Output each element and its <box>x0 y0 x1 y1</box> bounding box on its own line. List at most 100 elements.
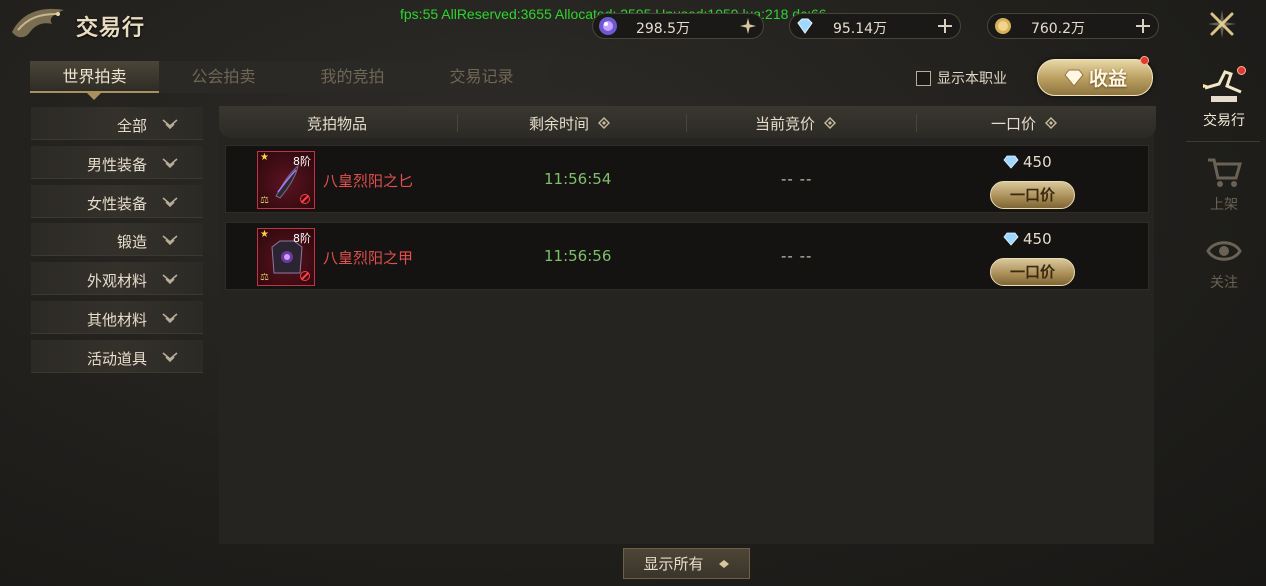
nav-list-item-label: 上架 <box>1210 197 1238 213</box>
tab-world-auction[interactable]: 世界拍卖 <box>30 61 159 100</box>
currency-diamond: 95.14万 <box>789 13 961 39</box>
chevron-down-icon <box>162 313 178 324</box>
header-current-bid-label: 当前竞价 <box>755 115 816 133</box>
category-female-equipment[interactable]: 女性装备 <box>31 184 203 218</box>
category-label: 活动道具 <box>86 349 147 368</box>
auction-tabs: 世界拍卖 公会拍卖 我的竞拍 交易记录 <box>30 61 546 100</box>
current-bid: -- -- <box>781 247 813 265</box>
sort-icon <box>598 116 611 129</box>
time-left: 11:56:56 <box>544 247 612 265</box>
category-label: 男性装备 <box>86 155 147 174</box>
item-name: 八皇烈阳之匕 <box>323 172 414 190</box>
buyout-button[interactable]: 一口价 <box>990 181 1075 209</box>
sort-icon <box>1045 116 1058 129</box>
buyout-price-value: 450 <box>1023 153 1052 171</box>
category-label: 女性装备 <box>86 194 147 213</box>
show-all-button[interactable]: 显示所有 <box>623 548 750 579</box>
notification-dot <box>1140 56 1149 65</box>
time-left: 11:56:54 <box>544 170 612 188</box>
income-button[interactable]: 收益 <box>1037 59 1153 96</box>
category-list: 全部 男性装备 女性装备 锻造 外观材料 其他材料 活动道具 <box>31 107 203 379</box>
untradeable-icon <box>300 194 310 204</box>
chevron-up-icon <box>718 559 729 568</box>
category-event-items[interactable]: 活动道具 <box>31 339 203 373</box>
item-level: 8阶 <box>293 155 311 168</box>
sort-icon <box>824 116 837 129</box>
nav-list-item[interactable]: 上架 <box>1186 156 1262 214</box>
header-divider <box>457 114 458 132</box>
category-label: 其他材料 <box>86 310 147 329</box>
buyout-button[interactable]: 一口价 <box>990 258 1075 286</box>
buyout-price: 450 <box>1002 153 1052 171</box>
header-item: 竞拍物品 <box>307 113 367 134</box>
item-level: 8阶 <box>293 232 311 245</box>
plus-icon[interactable] <box>1134 17 1152 35</box>
chevron-down-icon <box>162 235 178 246</box>
category-all[interactable]: 全部 <box>31 107 203 140</box>
category-other-materials[interactable]: 其他材料 <box>31 300 203 334</box>
header-divider <box>916 114 917 132</box>
chevron-down-icon <box>162 352 178 362</box>
notification-dot <box>1237 66 1246 75</box>
diamond-icon <box>1064 69 1084 87</box>
tab-guild-auction[interactable]: 公会拍卖 <box>159 61 288 93</box>
table-row[interactable]: ★ 8阶 ⚖ 八皇烈阳之匕 11:56:54 -- -- 450 一口价 <box>225 145 1149 213</box>
item-icon[interactable]: ★ 8阶 ⚖ <box>257 151 315 209</box>
scale-icon: ⚖ <box>260 195 269 206</box>
currency-gold: 760.2万 <box>987 13 1159 39</box>
income-button-label: 收益 <box>1088 68 1127 90</box>
plus-icon[interactable] <box>739 17 757 35</box>
show-my-class-checkbox[interactable] <box>916 70 931 86</box>
table-row[interactable]: ★ 8阶 ⚖ 八皇烈阳之甲 11:56:56 -- -- 450 一口价 <box>225 222 1149 290</box>
currency-diamond-value: 95.14万 <box>832 21 888 37</box>
chevron-down-icon <box>162 119 178 130</box>
header-current-bid[interactable]: 当前竞价 <box>755 113 837 134</box>
category-appearance-materials[interactable]: 外观材料 <box>31 262 203 296</box>
show-all-label: 显示所有 <box>643 555 704 573</box>
header-buyout[interactable]: 一口价 <box>991 113 1058 134</box>
buyout-price: 450 <box>1002 230 1052 248</box>
currency-gem: 298.5万 <box>592 13 764 39</box>
scale-icon: ⚖ <box>260 272 269 283</box>
plus-icon[interactable] <box>936 17 954 35</box>
shopping-cart-icon <box>1208 158 1242 187</box>
current-bid: -- -- <box>781 170 813 188</box>
buyout-price-value: 450 <box>1023 230 1052 248</box>
category-label: 外观材料 <box>86 272 147 291</box>
header-item-label: 竞拍物品 <box>307 115 368 133</box>
nav-watchlist-label: 关注 <box>1210 275 1238 291</box>
header-time-left[interactable]: 剩余时间 <box>529 113 611 134</box>
untradeable-icon <box>300 271 310 281</box>
category-label: 锻造 <box>116 233 147 252</box>
item-icon[interactable]: ★ 8阶 ⚖ <box>257 228 315 286</box>
header-buyout-label: 一口价 <box>991 115 1037 133</box>
tab-trade-records[interactable]: 交易记录 <box>417 61 546 93</box>
nav-auction-house[interactable]: 交易行 <box>1186 66 1262 130</box>
chevron-down-icon <box>162 274 178 285</box>
category-male-equipment[interactable]: 男性装备 <box>31 145 203 179</box>
category-label: 全部 <box>116 117 147 135</box>
page-title: 交易行 <box>76 15 146 41</box>
header-time-left-label: 剩余时间 <box>529 115 590 133</box>
currency-gem-value: 298.5万 <box>635 21 691 37</box>
eye-icon <box>1206 241 1242 261</box>
diamond-icon <box>1003 155 1019 169</box>
nav-watchlist[interactable]: 关注 <box>1186 234 1262 292</box>
chevron-down-icon <box>162 158 178 168</box>
diamond-icon <box>1003 232 1019 246</box>
chevron-down-icon <box>162 196 178 207</box>
item-name: 八皇烈阳之甲 <box>323 249 414 267</box>
close-icon[interactable] <box>1204 6 1240 42</box>
table-header: 竞拍物品 剩余时间 当前竞价 一口价 <box>219 106 1156 138</box>
show-my-class-filter[interactable]: 显示本职业 <box>916 68 1007 88</box>
currency-gold-value: 760.2万 <box>1030 21 1086 37</box>
show-my-class-label: 显示本职业 <box>937 71 1007 87</box>
top-bar: 交易行 fps:55 AllReserved:3655 Allocated: 2… <box>0 0 1266 52</box>
category-forging[interactable]: 锻造 <box>31 223 203 257</box>
nav-auction-house-label: 交易行 <box>1203 113 1245 129</box>
star-icon: ★ <box>260 229 269 240</box>
tab-my-bids[interactable]: 我的竞拍 <box>288 61 417 93</box>
star-icon: ★ <box>260 152 269 163</box>
nav-divider <box>1186 141 1260 142</box>
header-divider <box>686 114 687 132</box>
